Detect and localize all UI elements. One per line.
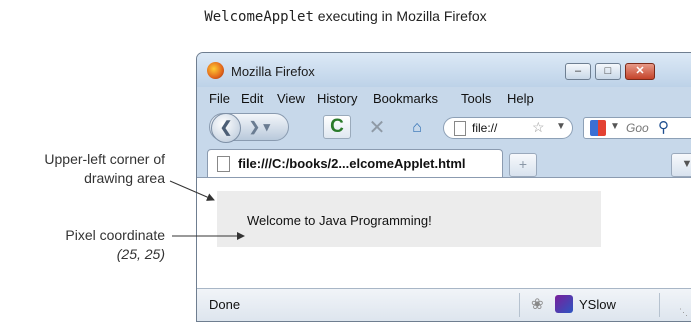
annotation-arrows	[169, 180, 245, 240]
corner-arrow	[169, 180, 215, 201]
